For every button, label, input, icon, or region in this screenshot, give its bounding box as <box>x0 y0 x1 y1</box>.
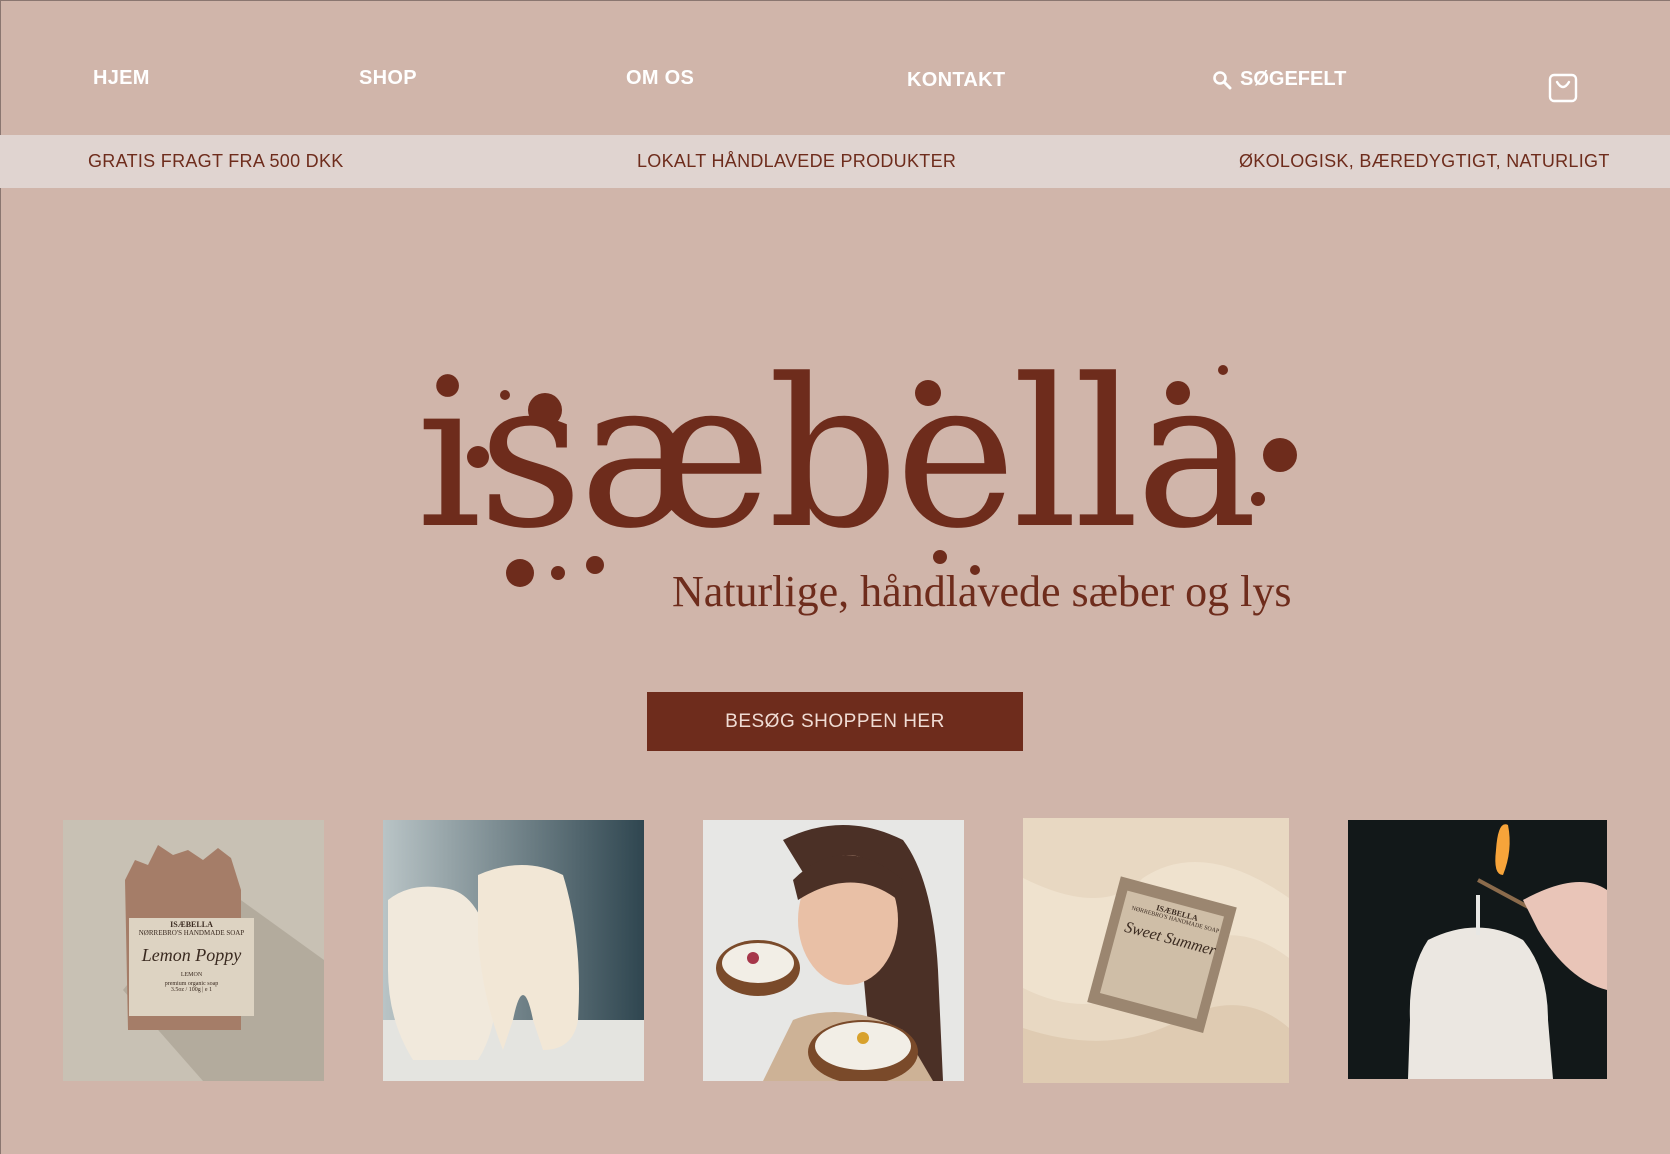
visit-shop-button[interactable]: BESØG SHOPPEN HER <box>647 692 1023 751</box>
soap-name: Lemon Poppy <box>141 945 242 965</box>
nav-item-om-os[interactable]: OM OS <box>626 67 694 90</box>
soap-brand: ISÆBELLA <box>170 920 213 929</box>
shopping-bag-icon <box>1548 73 1578 103</box>
brand-logo: isæbella <box>350 353 1320 587</box>
info-organic: ØKOLOGISK, BÆREDYGTIGT, NATURLIGT <box>1239 151 1610 171</box>
gallery-image-lemon-poppy-soap[interactable]: ISÆBELLA NØRREBRO'S HANDMADE SOAP Lemon … <box>63 820 324 1081</box>
gallery-image-body-candles[interactable] <box>383 820 644 1081</box>
info-free-shipping: GRATIS FRAGT FRA 500 DKK <box>88 151 344 171</box>
search-icon <box>1212 70 1232 90</box>
info-local-handmade: LOKALT HÅNDLAVEDE PRODUKTER <box>637 151 957 171</box>
hero-tagline: Naturlige, håndlavede sæber og lys <box>672 567 1292 616</box>
info-bar: GRATIS FRAGT FRA 500 DKK LOKALT HÅNDLAVE… <box>0 135 1670 188</box>
main-nav: HJEM SHOP OM OS KONTAKT SØGEFELT <box>0 0 1670 135</box>
search-label: SØGEFELT <box>1240 68 1347 90</box>
nav-item-shop[interactable]: SHOP <box>359 67 417 90</box>
nav-item-hjem[interactable]: HJEM <box>93 67 150 90</box>
search-field[interactable]: SØGEFELT <box>1212 68 1346 91</box>
gallery-image-woman-candles[interactable] <box>703 820 964 1081</box>
soap-label: ISÆBELLA NØRREBRO'S HANDMADE SOAP Lemon … <box>129 920 254 993</box>
soap-weight: 3.5oz / 100g | e 1 <box>170 987 213 993</box>
gallery-image-lighting-candle[interactable] <box>1348 820 1607 1079</box>
soap-subtitle: NØRREBRO'S HANDMADE SOAP <box>138 929 245 937</box>
soap-variant: LEMON <box>180 972 203 978</box>
nav-item-kontakt[interactable]: KONTAKT <box>907 69 1005 92</box>
logo-ornaments <box>467 365 1297 587</box>
gallery-image-sweet-summer-soap[interactable]: ISÆBELLA NØRREBRO'S HANDMADE SOAP Sweet … <box>1023 818 1289 1083</box>
cart-button[interactable] <box>1545 68 1581 104</box>
